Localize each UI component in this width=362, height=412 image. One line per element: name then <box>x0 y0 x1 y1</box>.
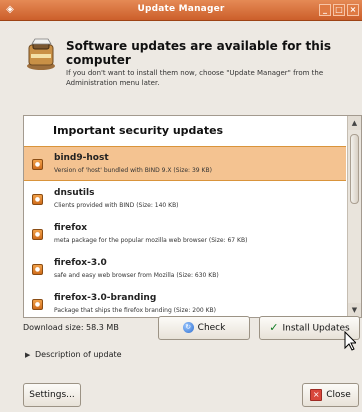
update-manager-window: ◈ Update Manager _ □ × Software updates … <box>0 0 362 412</box>
check-button[interactable]: ↻ Check <box>158 316 250 340</box>
updates-list[interactable]: Important security updates ● bind9-host … <box>23 115 362 318</box>
title-bar[interactable]: ◈ Update Manager _ □ × <box>0 0 362 21</box>
package-name: firefox <box>54 223 88 233</box>
page-description: If you don't want to install them now, c… <box>66 69 324 87</box>
settings-button-label: Settings... <box>29 390 75 400</box>
package-description: Version of 'host' bundled with BIND 9.X … <box>54 167 212 174</box>
security-update-icon: ● <box>32 299 43 310</box>
security-update-icon: ● <box>32 229 43 240</box>
package-description: meta package for the popular mozilla web… <box>54 237 248 244</box>
package-description: Package that ships the firefox branding … <box>54 307 217 314</box>
package-name: firefox-3.0-branding <box>54 293 157 303</box>
list-item-firefox-3-0-branding[interactable]: ● firefox-3.0-branding Package that ship… <box>24 286 346 317</box>
download-size: Download size: 58.3 MB <box>23 323 119 332</box>
list-item-bind9-host[interactable]: ● bind9-host Version of 'host' bundled w… <box>24 146 346 181</box>
close-button[interactable]: × Close <box>302 383 359 407</box>
description-label: Description of update <box>35 350 122 359</box>
scroll-up-icon[interactable]: ▲ <box>348 116 361 130</box>
settings-button[interactable]: Settings... <box>23 383 81 407</box>
window-title: Update Manager <box>137 4 225 14</box>
list-item-firefox[interactable]: ● firefox meta package for the popular m… <box>24 216 346 251</box>
package-name: firefox-3.0 <box>54 258 107 268</box>
page-title: Software updates are available for this … <box>66 39 332 67</box>
security-update-icon: ● <box>32 264 43 275</box>
vertical-scrollbar[interactable]: ▲ ▼ <box>347 116 361 317</box>
expander-arrow-icon: ▶ <box>25 351 31 359</box>
maximize-button[interactable]: □ <box>333 4 345 16</box>
list-item-dnsutils[interactable]: ● dnsutils Clients provided with BIND (S… <box>24 181 346 216</box>
scrollbar-thumb[interactable] <box>350 134 359 204</box>
security-update-icon: ● <box>32 194 43 205</box>
scroll-down-icon[interactable]: ▼ <box>348 303 361 317</box>
list-item-firefox-3-0[interactable]: ● firefox-3.0 safe and easy web browser … <box>24 251 346 286</box>
package-icon <box>27 38 55 70</box>
security-update-icon: ● <box>32 159 43 170</box>
window-close-button[interactable]: × <box>347 4 359 16</box>
close-button-label: Close <box>326 390 351 400</box>
close-icon: × <box>310 388 323 401</box>
minimize-button[interactable]: _ <box>319 4 331 16</box>
install-button-label: Install Updates <box>282 323 350 334</box>
package-name: dnsutils <box>54 188 95 198</box>
refresh-icon: ↻ <box>182 322 194 333</box>
package-description: safe and easy web browser from Mozilla (… <box>54 272 219 279</box>
package-name: bind9-host <box>54 153 109 163</box>
package-description: Clients provided with BIND (Size: 140 KB… <box>54 202 179 209</box>
check-button-label: Check <box>197 323 226 333</box>
mouse-cursor-icon <box>344 331 356 351</box>
checkmark-icon: ✓ <box>269 321 279 334</box>
security-updates-heading: Important security updates <box>53 124 224 137</box>
description-expander[interactable]: ▶ Description of update <box>25 350 122 359</box>
